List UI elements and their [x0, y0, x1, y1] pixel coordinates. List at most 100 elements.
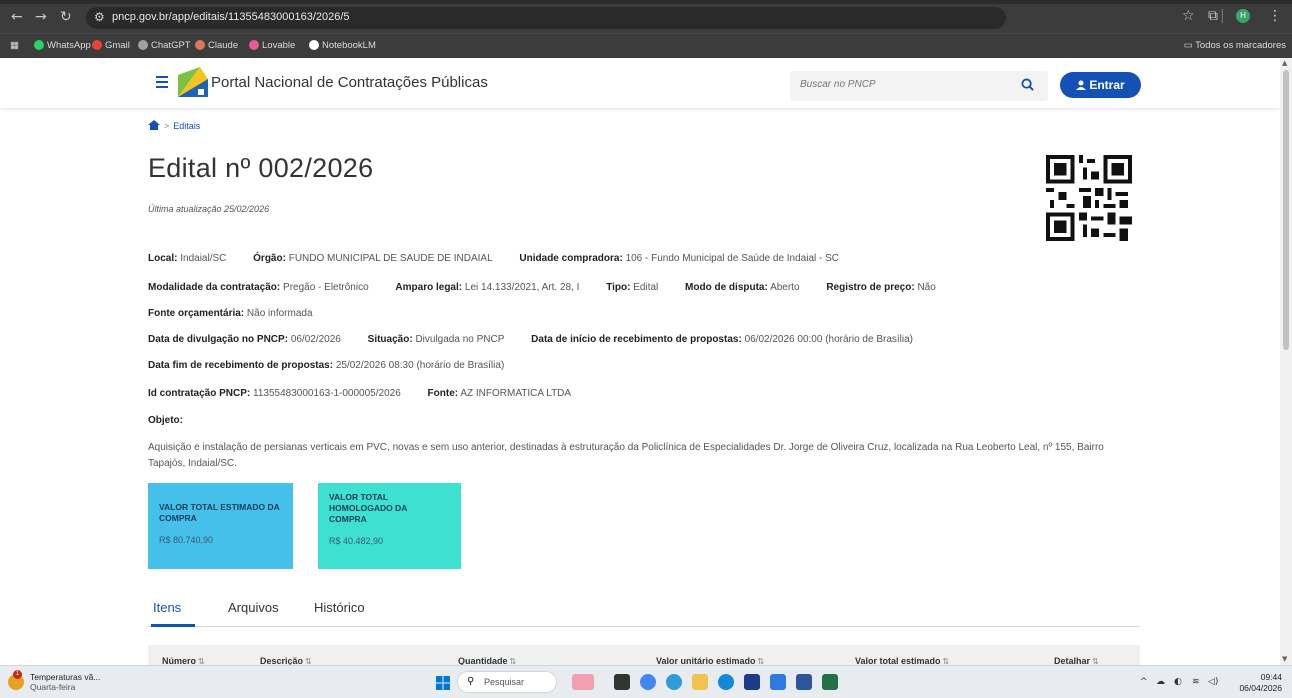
- tab-strip: [0, 0, 1292, 4]
- all-bookmarks[interactable]: ▭ Todos os marcadores: [1184, 40, 1286, 51]
- wifi-icon[interactable]: ≋: [1192, 677, 1200, 687]
- breadcrumb-editais[interactable]: Editais: [173, 121, 200, 131]
- last-updated: Última atualização 25/02/2026: [148, 204, 270, 214]
- tab-itens[interactable]: Itens: [151, 600, 195, 627]
- card-estimado-label: VALOR TOTAL ESTIMADO DA COMPRA: [159, 502, 280, 523]
- profile-avatar[interactable]: H: [1236, 9, 1250, 23]
- extensions-icon[interactable]: ⧉: [1208, 8, 1218, 24]
- tipo-value: Edital: [633, 282, 659, 293]
- scroll-thumb[interactable]: [1283, 70, 1289, 350]
- divulgacao-value: 06/02/2026: [290, 334, 341, 345]
- weather-title: Temperaturas vã...: [30, 672, 101, 682]
- menu-icon[interactable]: ⋮: [1268, 8, 1282, 24]
- task-view-icon[interactable]: [614, 674, 630, 690]
- portal-title[interactable]: Portal Nacional de Contratações Públicas: [211, 74, 488, 91]
- weather-subtitle: Quarta-feira: [30, 682, 76, 692]
- windows-taskbar: 1 Temperaturas vã... Quarta-feira ⚲ Pesq…: [0, 665, 1292, 698]
- bookmark-notebooklm[interactable]: NotebookLM: [309, 40, 376, 51]
- hamburger-menu-icon[interactable]: [156, 76, 168, 91]
- site-info-icon[interactable]: ⚙: [94, 10, 105, 24]
- bookmark-lovable[interactable]: Lovable: [249, 40, 295, 51]
- whatsapp-icon: [34, 40, 44, 50]
- bookmark-gmail[interactable]: Gmail: [92, 40, 130, 51]
- id-value: 11355483000163-1-000005/2026: [253, 388, 401, 399]
- bookmarks-bar: ▦ WhatsApp Gmail ChatGPT Claude Lovable …: [0, 33, 1292, 58]
- info-line-id: Id contratação PNCP: 11355483000163-1-00…: [148, 388, 572, 399]
- info-line-local: Local: Indaial/SC Órgão: FUNDO MUNICIPAL…: [148, 253, 840, 264]
- chatgpt-icon: [138, 40, 148, 50]
- inicio-value: 06/02/2026 00:00 (horário de Brasília): [744, 334, 914, 345]
- apps-icon[interactable]: ▦: [10, 40, 19, 51]
- breadcrumb: > Editais: [148, 120, 200, 131]
- qr-code: [1046, 155, 1132, 241]
- store-icon[interactable]: [744, 674, 760, 690]
- url-text[interactable]: pncp.gov.br/app/editais/11355483000163/2…: [112, 11, 350, 23]
- windows-start-icon[interactable]: [436, 676, 450, 690]
- notification-badge: 1: [13, 670, 22, 679]
- address-bar[interactable]: ⚙ pncp.gov.br/app/editais/11355483000163…: [86, 7, 1006, 29]
- browser-toolbar: ← → ↻ ⚙ pncp.gov.br/app/editais/11355483…: [0, 0, 1292, 33]
- fonte-value: AZ INFORMATICA LTDA: [460, 388, 572, 399]
- registro-value: Não: [917, 282, 936, 293]
- site-header: Portal Nacional de Contratações Públicas…: [0, 58, 1280, 108]
- taskbar-search[interactable]: ⚲ Pesquisar: [457, 671, 557, 693]
- star-icon[interactable]: ☆: [1182, 8, 1195, 24]
- search-box: [790, 71, 1048, 101]
- info-line-fim: Data fim de recebimento de propostas: 25…: [148, 360, 505, 371]
- excel-icon[interactable]: [822, 674, 838, 690]
- amparo-value: Lei 14.133/2021, Art. 28, I: [464, 282, 580, 293]
- info-line-modalidade: Modalidade da contratação: Pregão - Elet…: [148, 282, 936, 293]
- edge-icon[interactable]: [718, 674, 734, 690]
- widgets-icon[interactable]: [572, 674, 594, 690]
- lovable-icon: [249, 40, 259, 50]
- clock-time: 09:44: [1260, 672, 1282, 682]
- modo-value: Aberto: [770, 282, 800, 293]
- system-clock[interactable]: 09:44 06/04/2026: [1236, 672, 1282, 694]
- pncp-logo[interactable]: [178, 67, 208, 97]
- search-input[interactable]: [800, 79, 1000, 90]
- user-icon: [1076, 80, 1087, 90]
- tab-historico[interactable]: Histórico: [312, 600, 367, 627]
- file-explorer-icon[interactable]: [692, 674, 708, 690]
- back-icon[interactable]: ←: [11, 9, 23, 25]
- items-table-header: Número ⇅ Descrição ⇅ Quantidade ⇅ Valor uni…: [148, 645, 1140, 666]
- card-homologado-value: R$ 40.482,90: [329, 536, 384, 546]
- chrome-icon[interactable]: [640, 674, 656, 690]
- gmail-icon: [92, 40, 102, 50]
- scroll-up-icon[interactable]: ▲: [1282, 59, 1287, 67]
- card-valor-estimado: VALOR TOTAL ESTIMADO DA COMPRA R$ 80.740…: [148, 483, 293, 569]
- objeto-text: Aquisição e instalação de persianas vert…: [148, 442, 1104, 469]
- word-icon[interactable]: [796, 674, 812, 690]
- forward-icon[interactable]: →: [35, 9, 47, 25]
- breadcrumb-separator: >: [164, 121, 170, 131]
- chevron-up-icon[interactable]: ^: [1140, 677, 1148, 687]
- onedrive-icon[interactable]: ☁: [1156, 677, 1165, 687]
- claude-icon: [195, 40, 205, 50]
- login-button[interactable]: Entrar: [1060, 72, 1141, 98]
- search-icon: ⚲: [467, 676, 475, 687]
- local-value: Indaial/SC: [180, 253, 227, 264]
- page-scrollbar[interactable]: ▲ ▼: [1280, 58, 1292, 665]
- reload-icon[interactable]: ↻: [60, 9, 72, 25]
- scroll-down-icon[interactable]: ▼: [1282, 655, 1287, 663]
- unidade-value: 106 - Fundo Municipal de Saúde de Indaia…: [625, 253, 840, 264]
- meet-icon[interactable]: ◐: [1174, 677, 1182, 687]
- orgao-value: FUNDO MUNICIPAL DE SAUDE DE INDAIAL: [288, 253, 493, 264]
- taskbar-search-label: Pesquisar: [484, 677, 525, 687]
- card-homologado-label: VALOR TOTAL HOMOLOGADO DA COMPRA: [329, 492, 408, 524]
- bookmark-chatgpt[interactable]: ChatGPT: [138, 40, 191, 51]
- objeto-label: Objeto:: [148, 415, 183, 426]
- search-icon[interactable]: [1021, 78, 1034, 91]
- fonte-orc-value: Não informada: [246, 308, 313, 319]
- outlook-icon[interactable]: [770, 674, 786, 690]
- clock-date: 06/04/2026: [1239, 683, 1282, 693]
- separator: |: [1220, 8, 1225, 24]
- bookmark-whatsapp[interactable]: WhatsApp: [34, 40, 91, 51]
- home-icon[interactable]: [148, 120, 160, 130]
- info-line-datas: Data de divulgação no PNCP: 06/02/2026 S…: [148, 334, 914, 345]
- tabs-bar: Itens Arquivos Histórico: [148, 600, 1140, 627]
- volume-icon[interactable]: ◁): [1208, 677, 1218, 687]
- copilot-icon[interactable]: [666, 674, 682, 690]
- bookmark-claude[interactable]: Claude: [195, 40, 238, 51]
- tab-arquivos[interactable]: Arquivos: [226, 600, 281, 627]
